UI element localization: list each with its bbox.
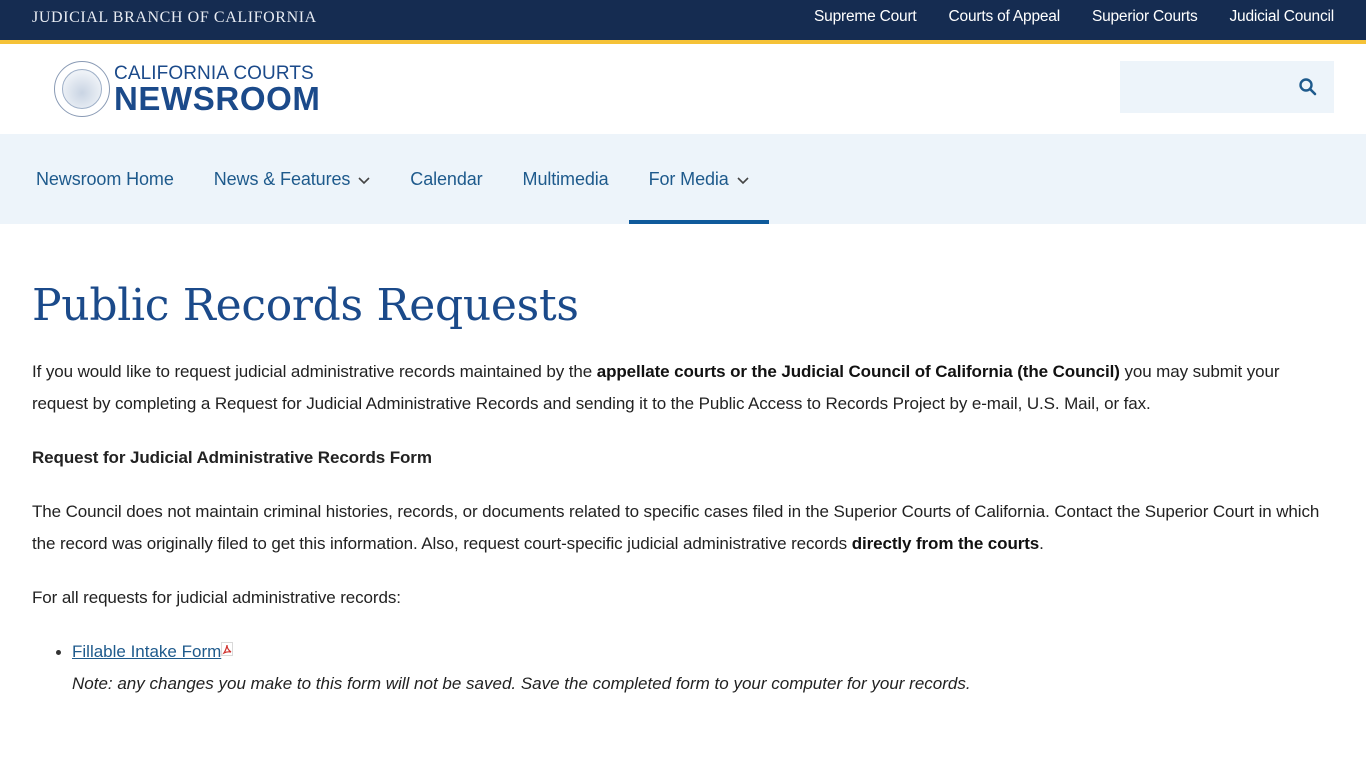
- utility-link-courts-of-appeal[interactable]: Courts of Appeal: [949, 8, 1061, 26]
- main-nav: Newsroom Home News & Features Calendar M…: [0, 134, 1366, 224]
- search-icon[interactable]: [1298, 77, 1318, 97]
- fillable-intake-form-link[interactable]: Fillable Intake Form: [72, 642, 221, 661]
- utility-link-superior-courts[interactable]: Superior Courts: [1092, 8, 1198, 26]
- nav-multimedia[interactable]: Multimedia: [503, 134, 629, 224]
- logo-title-bottom: NEWSROOM: [114, 79, 321, 117]
- utility-nav: Supreme Court Courts of Appeal Superior …: [814, 8, 1334, 26]
- form-note: Note: any changes you make to this form …: [72, 674, 971, 694]
- council-paragraph: The Council does not maintain criminal h…: [32, 502, 1320, 554]
- judicial-branch-brand[interactable]: JUDICIAL BRANCH OF CALIFORNIA: [32, 9, 317, 27]
- chevron-down-icon: [737, 177, 749, 185]
- intro-paragraph: If you would like to request judicial ad…: [32, 362, 1280, 414]
- main-content: Public Records Requests If you would lik…: [0, 224, 1366, 700]
- newsroom-logo[interactable]: CALIFORNIA COURTS NEWSROOM: [54, 61, 320, 117]
- all-requests-text: For all requests for judicial administra…: [32, 588, 401, 608]
- list-item: Fillable Intake Form Note: any changes y…: [56, 636, 1334, 700]
- nav-newsroom-home[interactable]: Newsroom Home: [16, 134, 194, 224]
- form-heading: Request for Judicial Administrative Reco…: [32, 448, 432, 468]
- nav-calendar[interactable]: Calendar: [390, 134, 502, 224]
- nav-for-media[interactable]: For Media: [628, 134, 769, 224]
- chevron-down-icon: [358, 177, 370, 185]
- search-box: [1120, 61, 1334, 113]
- utility-bar: JUDICIAL BRANCH OF CALIFORNIA Supreme Co…: [0, 0, 1366, 44]
- forms-list: Fillable Intake Form Note: any changes y…: [32, 636, 1334, 700]
- judicial-council-seal-icon: [54, 61, 110, 117]
- page-title: Public Records Requests: [32, 280, 579, 331]
- nav-news-features[interactable]: News & Features: [194, 134, 391, 224]
- utility-link-judicial-council[interactable]: Judicial Council: [1230, 8, 1335, 26]
- pdf-icon: [221, 642, 234, 657]
- site-header: CALIFORNIA COURTS NEWSROOM: [0, 44, 1366, 134]
- utility-link-supreme-court[interactable]: Supreme Court: [814, 8, 917, 26]
